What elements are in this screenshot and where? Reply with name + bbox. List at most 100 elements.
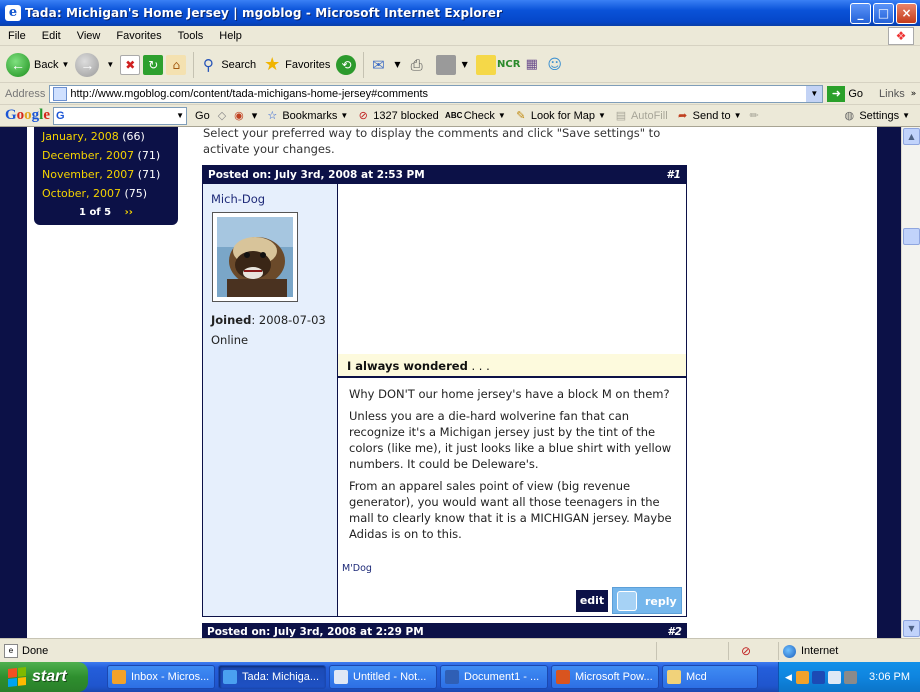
scroll-down-button[interactable]: ▼ <box>903 620 920 637</box>
lookup-map-button[interactable]: ✎ Look for Map ▼ <box>514 109 606 123</box>
spellcheck-button[interactable]: ABC Check ▼ <box>445 109 506 123</box>
comment-paragraph: From an apparel sales point of view (big… <box>349 479 672 541</box>
taskbar-item-notepad[interactable]: Untitled - Not... <box>329 665 437 689</box>
links-label[interactable]: Links <box>879 88 905 100</box>
archive-month[interactable]: November, 2007 <box>42 168 134 181</box>
avatar[interactable] <box>212 212 298 302</box>
maximize-button[interactable]: □ <box>873 3 894 24</box>
popup-blocker-button[interactable]: ⊘ 1327 blocked <box>356 109 439 123</box>
google-misc-icon[interactable]: ▾ <box>252 109 258 122</box>
archive-count: (66) <box>122 130 145 143</box>
comment-author-name[interactable]: Mich-Dog <box>211 192 337 206</box>
menu-help[interactable]: Help <box>211 30 250 42</box>
window-title-bar[interactable]: e Tada: Michigan's Home Jersey | mgoblog… <box>0 0 920 26</box>
taskbar-item-label: Mcd <box>686 671 707 683</box>
messenger-people-icon[interactable]: ☺ <box>545 55 565 75</box>
archive-month[interactable]: December, 2007 <box>42 149 134 162</box>
google-search-dropdown-icon[interactable]: ▼ <box>176 111 184 120</box>
start-button[interactable]: start <box>0 662 88 692</box>
edit-button[interactable]: edit <box>576 590 608 612</box>
archive-month[interactable]: January, 2008 <box>42 130 119 143</box>
print-icon[interactable]: ⎙ <box>407 55 427 75</box>
ncr-icon[interactable]: NCR <box>497 55 520 75</box>
taskbar-item-inbox[interactable]: Inbox - Micros... <box>107 665 215 689</box>
windows-flag-icon <box>8 667 26 687</box>
mail-icon[interactable]: ✉ <box>368 55 388 75</box>
highlighter-icon[interactable]: ✏ <box>749 109 758 122</box>
history-icon[interactable]: ⟲ <box>336 54 357 75</box>
taskbar-item-label: Tada: Michiga... <box>242 671 320 683</box>
edit-dropdown-icon[interactable]: ▼ <box>462 60 468 69</box>
edit-page-icon[interactable] <box>435 54 456 75</box>
tray-monitor-icon[interactable] <box>843 670 857 684</box>
reply-button[interactable]: reply <box>612 587 682 614</box>
comment-permalink[interactable]: #1 <box>666 166 681 184</box>
address-input[interactable]: http://www.mgoblog.com/content/tada-mich… <box>49 84 824 103</box>
taskbar-item-powerpoint[interactable]: Microsoft Pow... <box>551 665 659 689</box>
home-icon[interactable]: ⌂ <box>166 54 187 75</box>
favorites-button[interactable]: ★ Favorites <box>262 54 330 75</box>
archive-item[interactable]: January, 2008 (66) <box>42 127 178 146</box>
refresh-icon[interactable]: ↻ <box>143 54 164 75</box>
tray-network-icon[interactable] <box>811 670 825 684</box>
autofill-button[interactable]: ▤ AutoFill <box>614 109 668 123</box>
archive-item[interactable]: November, 2007 (71) <box>42 165 178 184</box>
menu-file[interactable]: File <box>0 30 34 42</box>
send-to-button[interactable]: ➦ Send to ▼ <box>676 109 742 123</box>
chevron-right-icon[interactable]: » <box>911 89 917 99</box>
archive-item[interactable]: December, 2007 (71) <box>42 146 178 165</box>
scroll-thumb[interactable] <box>903 228 920 245</box>
close-button[interactable]: × <box>896 3 917 24</box>
comment-author-panel: Mich-Dog Joined: 2008-07-03 Online <box>203 184 338 616</box>
comment-permalink[interactable]: #2 <box>667 623 682 638</box>
google-go-label: Go <box>195 109 210 122</box>
standard-toolbar: ← Back ▼ → ▼ ✖ ↻ ⌂ ⚲ Search ★ Favorites … <box>0 47 920 83</box>
comment-header: Posted on: July 3rd, 2008 at 2:53 PM #1 <box>203 166 686 184</box>
taskbar-clock[interactable]: 3:06 PM <box>869 671 910 683</box>
sendto-dropdown-icon: ▼ <box>733 111 742 120</box>
archive-count: (71) <box>137 149 161 162</box>
menu-tools[interactable]: Tools <box>170 30 212 42</box>
pager-next-link[interactable]: ›› <box>125 207 133 218</box>
system-tray: ◀ 3:06 PM <box>778 662 920 692</box>
tray-app-icon[interactable] <box>795 670 809 684</box>
menu-edit[interactable]: Edit <box>34 30 69 42</box>
search-button[interactable]: ⚲ Search <box>198 55 256 75</box>
internet-zone-globe-icon <box>783 644 796 658</box>
scroll-up-button[interactable]: ▲ <box>903 128 920 145</box>
go-label: Go <box>848 87 864 100</box>
bookmarks-button[interactable]: ☆ Bookmarks ▼ <box>265 109 348 123</box>
taskbar-item-word[interactable]: Document1 - ... <box>440 665 548 689</box>
menu-favorites[interactable]: Favorites <box>108 30 169 42</box>
archive-item[interactable]: October, 2007 (75) <box>42 184 178 203</box>
google-search-input[interactable]: G ▼ <box>53 106 188 125</box>
taskbar-item-folder[interactable]: Mcd <box>662 665 758 689</box>
google-go-button[interactable]: Go <box>195 110 210 122</box>
address-url[interactable]: http://www.mgoblog.com/content/tada-mich… <box>70 88 806 100</box>
google-logo[interactable]: Google <box>5 107 50 124</box>
vertical-scrollbar[interactable]: ▲ ▼ <box>901 127 920 638</box>
minimize-button[interactable]: _ <box>850 3 871 24</box>
back-dropdown-icon[interactable]: ▼ <box>61 60 69 69</box>
back-button[interactable]: ← Back ▼ <box>6 52 69 77</box>
stop-icon[interactable]: ✖ <box>120 54 141 75</box>
tray-volume-icon[interactable] <box>827 670 841 684</box>
messenger-film-icon[interactable]: ▦ <box>522 55 542 75</box>
forward-button[interactable]: → ▼ <box>75 52 114 77</box>
discuss-icon[interactable] <box>475 54 496 75</box>
tray-expand-icon[interactable]: ◀ <box>785 672 792 683</box>
google-pagerank-icon[interactable]: ◉ <box>234 109 244 122</box>
privacy-blocked-icon[interactable]: ⊘ <box>741 644 751 658</box>
go-button[interactable]: ➜ Go <box>827 85 864 102</box>
favorites-star-icon: ★ <box>264 54 281 74</box>
mail-dropdown-icon[interactable]: ▼ <box>394 60 400 69</box>
archive-month[interactable]: October, 2007 <box>42 187 121 200</box>
settings-gear-icon: ◍ <box>844 110 855 122</box>
taskbar-item-browser[interactable]: Tada: Michiga... <box>218 665 326 689</box>
forward-dropdown-icon[interactable]: ▼ <box>106 60 114 69</box>
page-viewport[interactable]: January, 2008 (66) December, 2007 (71) N… <box>0 127 901 638</box>
google-news-icon[interactable]: ◇ <box>218 109 226 122</box>
menu-view[interactable]: View <box>69 30 109 42</box>
address-dropdown-icon[interactable]: ▼ <box>806 85 823 102</box>
google-settings-button[interactable]: ◍ Settings ▼ <box>842 109 910 123</box>
